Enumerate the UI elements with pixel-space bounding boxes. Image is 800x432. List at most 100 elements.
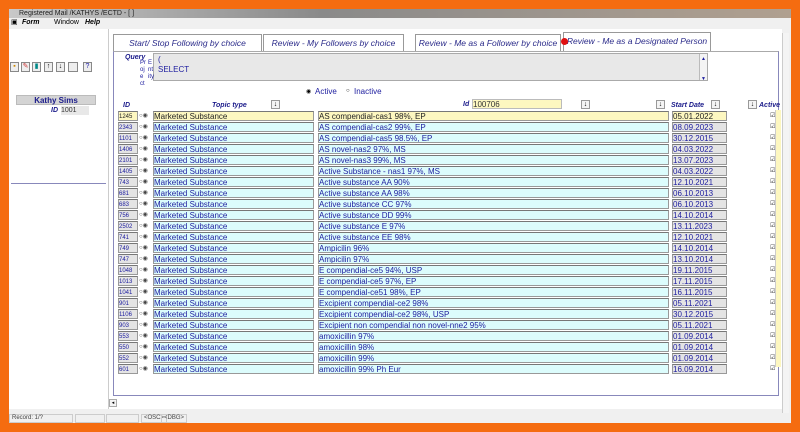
sort-arrow-icon[interactable]: ↓ — [656, 100, 665, 109]
cell-id[interactable]: 2343 — [118, 122, 138, 132]
row-radio-buttons[interactable]: ○◉ — [139, 320, 153, 330]
cell-name[interactable]: amoxicillin 97% — [318, 331, 669, 341]
blank-button[interactable] — [68, 62, 78, 72]
query-scrollbar[interactable]: ▲ ▼ — [699, 54, 707, 82]
cell-start-date[interactable]: 05.01.2022 — [672, 111, 727, 121]
table-row[interactable]: 550 ○◉ Marketed Substance amoxicillin 98… — [118, 342, 784, 353]
cell-start-date[interactable]: 04.03.2022 — [672, 144, 727, 154]
tab-my-followers[interactable]: Review - My Followers by choice — [263, 34, 404, 51]
cell-start-date[interactable]: 05.11.2021 — [672, 320, 727, 330]
edit-icon[interactable]: ✎ — [21, 62, 30, 72]
cell-start-date[interactable]: 01.09.2014 — [672, 331, 727, 341]
column-header-active[interactable]: Active — [759, 102, 780, 109]
cell-start-date[interactable]: 04.03.2022 — [672, 166, 727, 176]
row-radio-buttons[interactable]: ○◉ — [139, 254, 153, 264]
table-row[interactable]: 749 ○◉ Marketed Substance Ampicilin 96% … — [118, 243, 784, 254]
sort-arrow-icon[interactable]: ↓ — [581, 100, 590, 109]
cell-topic-type[interactable]: Marketed Substance — [153, 122, 314, 132]
row-radio-buttons[interactable]: ○◉ — [139, 232, 153, 242]
cell-id[interactable]: 1041 — [118, 287, 138, 297]
cell-name[interactable]: amoxicillin 99% — [318, 353, 669, 363]
sort-arrow-icon[interactable]: ↓ — [748, 100, 757, 109]
cell-name[interactable]: AS compendial-cas2 99%, EP — [318, 122, 669, 132]
cell-topic-type[interactable]: Marketed Substance — [153, 364, 314, 374]
table-row[interactable]: 1406 ○◉ Marketed Substance AS novel-nas2… — [118, 144, 784, 155]
table-row[interactable]: 756 ○◉ Marketed Substance Active substan… — [118, 210, 784, 221]
cell-id[interactable]: 681 — [118, 188, 138, 198]
cell-topic-type[interactable]: Marketed Substance — [153, 320, 314, 330]
cell-start-date[interactable]: 13.11.2023 — [672, 221, 727, 231]
table-row[interactable]: 1106 ○◉ Marketed Substance Excipient com… — [118, 309, 784, 320]
cell-id[interactable]: 1245 — [118, 111, 138, 121]
cell-name[interactable]: Active substance AA 90% — [318, 177, 669, 187]
row-radio-buttons[interactable]: ○◉ — [139, 177, 153, 187]
cell-topic-type[interactable]: Marketed Substance — [153, 199, 314, 209]
row-radio-buttons[interactable]: ○◉ — [139, 144, 153, 154]
table-row[interactable]: 2343 ○◉ Marketed Substance AS compendial… — [118, 122, 784, 133]
scroll-left-button[interactable]: ◂ — [109, 399, 117, 407]
grid-scrollbar[interactable] — [775, 110, 781, 367]
cell-id[interactable]: 743 — [118, 177, 138, 187]
table-row[interactable]: 747 ○◉ Marketed Substance Ampicilin 97% … — [118, 254, 784, 265]
arrow-down-icon[interactable]: ↓ — [56, 62, 65, 72]
table-row[interactable]: 683 ○◉ Marketed Substance Active substan… — [118, 199, 784, 210]
column-header-start-date[interactable]: Start Date — [671, 102, 709, 109]
cell-name[interactable]: Active substance CC 97% — [318, 199, 669, 209]
row-radio-buttons[interactable]: ○◉ — [139, 210, 153, 220]
cell-topic-type[interactable]: Marketed Substance — [153, 166, 314, 176]
cell-id[interactable]: 2101 — [118, 155, 138, 165]
row-radio-buttons[interactable]: ○◉ — [139, 298, 153, 308]
cell-id[interactable]: 553 — [118, 331, 138, 341]
cell-topic-type[interactable]: Marketed Substance — [153, 133, 314, 143]
cell-name[interactable]: AS novel-nas3 99%, MS — [318, 155, 669, 165]
table-row[interactable]: 601 ○◉ Marketed Substance amoxicillin 99… — [118, 364, 784, 375]
row-radio-buttons[interactable]: ○◉ — [139, 364, 153, 374]
cell-name[interactable]: Active substance DD 99% — [318, 210, 669, 220]
cell-id[interactable]: 903 — [118, 320, 138, 330]
table-row[interactable]: 1101 ○◉ Marketed Substance AS compendial… — [118, 133, 784, 144]
table-row[interactable]: 1048 ○◉ Marketed Substance E compendial-… — [118, 265, 784, 276]
tab-me-as-follower[interactable]: Review - Me as a Follower by choice — [415, 34, 561, 51]
table-row[interactable]: 1245 ○◉ Marketed Substance AS compendial… — [118, 111, 784, 122]
table-row[interactable]: 1041 ○◉ Marketed Substance E compendial-… — [118, 287, 784, 298]
cell-topic-type[interactable]: Marketed Substance — [153, 111, 314, 121]
cell-topic-type[interactable]: Marketed Substance — [153, 287, 314, 297]
column-header-topic-type[interactable]: Topic type — [212, 102, 247, 109]
cell-topic-type[interactable]: Marketed Substance — [153, 210, 314, 220]
arrow-up-icon[interactable]: ↑ — [44, 62, 53, 72]
row-radio-buttons[interactable]: ○◉ — [139, 243, 153, 253]
row-radio-buttons[interactable]: ○◉ — [139, 199, 153, 209]
sort-arrow-icon[interactable]: ↓ — [271, 100, 280, 109]
cell-id[interactable]: 683 — [118, 199, 138, 209]
cell-id[interactable]: 747 — [118, 254, 138, 264]
cell-id[interactable]: 1013 — [118, 276, 138, 286]
cell-name[interactable]: Active substance EE 98% — [318, 232, 669, 242]
cell-topic-type[interactable]: Marketed Substance — [153, 221, 314, 231]
cell-topic-type[interactable]: Marketed Substance — [153, 254, 314, 264]
cell-name[interactable]: E compendial-ce5 94%, USP — [318, 265, 669, 275]
cell-name[interactable]: Active Substance - nas1 97%, MS — [318, 166, 669, 176]
cell-name[interactable]: Excipient compendial-ce2 98% — [318, 298, 669, 308]
cell-topic-type[interactable]: Marketed Substance — [153, 155, 314, 165]
cell-name[interactable]: Excipient non compendial non novel-nne2 … — [318, 320, 669, 330]
table-row[interactable]: 681 ○◉ Marketed Substance Active substan… — [118, 188, 784, 199]
cell-start-date[interactable]: 06.10.2013 — [672, 188, 727, 198]
cell-id[interactable]: 756 — [118, 210, 138, 220]
table-row[interactable]: 552 ○◉ Marketed Substance amoxicillin 99… — [118, 353, 784, 364]
cell-start-date[interactable]: 13.10.2014 — [672, 254, 727, 264]
row-radio-buttons[interactable]: ○◉ — [139, 221, 153, 231]
cell-start-date[interactable]: 12.10.2021 — [672, 232, 727, 242]
cell-start-date[interactable]: 13.07.2023 — [672, 155, 727, 165]
cell-topic-type[interactable]: Marketed Substance — [153, 353, 314, 363]
table-row[interactable]: 2502 ○◉ Marketed Substance Active substa… — [118, 221, 784, 232]
exit-door-icon[interactable]: ▮ — [32, 62, 41, 72]
cell-start-date[interactable]: 01.09.2014 — [672, 353, 727, 363]
cell-id[interactable]: 2502 — [118, 221, 138, 231]
tab-start-stop-following[interactable]: Start/ Stop Following by choice — [113, 34, 262, 51]
cell-id[interactable]: 1048 — [118, 265, 138, 275]
cell-name[interactable]: amoxicillin 99% Ph Eur — [318, 364, 669, 374]
cell-topic-type[interactable]: Marketed Substance — [153, 276, 314, 286]
table-row[interactable]: 903 ○◉ Marketed Substance Excipient non … — [118, 320, 784, 331]
cell-topic-type[interactable]: Marketed Substance — [153, 265, 314, 275]
cell-start-date[interactable]: 16.09.2014 — [672, 364, 727, 374]
